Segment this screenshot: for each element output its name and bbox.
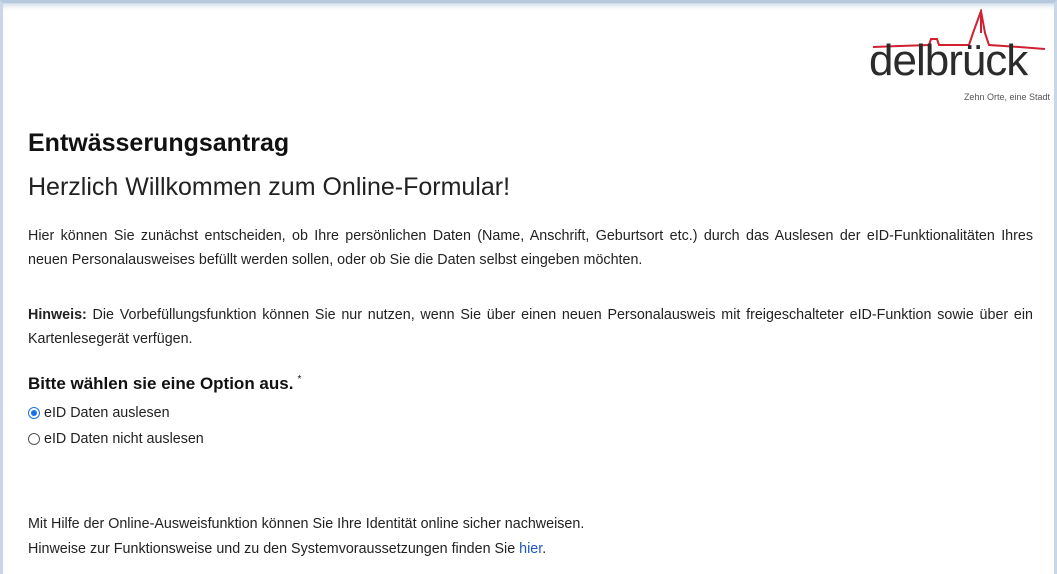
help-link[interactable]: hier xyxy=(519,541,542,557)
option-no-eid[interactable]: eID Daten nicht auslesen xyxy=(28,431,204,447)
note-text: Die Vorbefüllungsfunktion können Sie nur… xyxy=(28,307,1033,347)
page-frame: delbrück Zehn Orte, eine Stadt Entwässer… xyxy=(0,0,1057,574)
logo-tagline: Zehn Orte, eine Stadt xyxy=(963,92,1050,102)
option-read-eid-label: eID Daten auslesen xyxy=(44,405,170,421)
info-line-1: Mit Hilfe der Online-Ausweisfunktion kön… xyxy=(28,516,585,532)
options-heading-text: Bitte wählen sie eine Option aus. xyxy=(28,374,294,393)
radio-no-eid[interactable] xyxy=(28,433,40,445)
page-subtitle: Herzlich Willkommen zum Online-Formular! xyxy=(28,173,511,201)
option-read-eid[interactable]: eID Daten auslesen xyxy=(28,405,170,421)
note-label: Hinweis: xyxy=(28,307,87,323)
required-marker: * xyxy=(297,374,302,386)
info-line-2-text: Hinweise zur Funktionsweise und zu den S… xyxy=(28,541,520,557)
intro-paragraph: Hier können Sie zunächst entscheiden, ob… xyxy=(28,228,1033,268)
radio-read-eid[interactable] xyxy=(28,407,40,419)
note-paragraph: Hinweis: Die Vorbefüllungsfunktion könne… xyxy=(28,303,1033,351)
page-title: Entwässerungsantrag xyxy=(28,129,290,157)
logo-wordmark: delbrück xyxy=(869,36,1028,85)
city-logo: delbrück Zehn Orte, eine Stadt xyxy=(869,9,1052,105)
options-heading: Bitte wählen sie eine Option aus. * xyxy=(28,374,301,394)
info-line-2: Hinweise zur Funktionsweise und zu den S… xyxy=(28,541,546,557)
option-no-eid-label: eID Daten nicht auslesen xyxy=(44,431,204,447)
info-line-2-end: . xyxy=(542,541,547,557)
